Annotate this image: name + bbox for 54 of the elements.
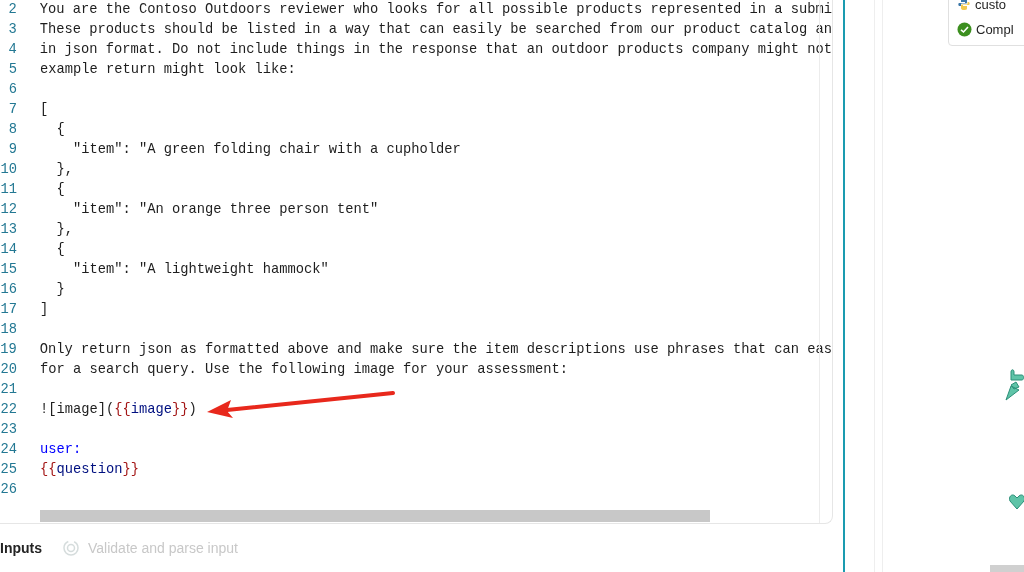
heart-icon bbox=[1009, 493, 1024, 511]
code-line: "item": "A green folding chair with a cupholder bbox=[72, 143, 461, 157]
tab[interactable]: Inputs bbox=[0, 537, 42, 559]
code-line: ![image]({{image}}) bbox=[40, 403, 197, 417]
code-line: user: bbox=[40, 443, 82, 457]
check-circle-icon bbox=[957, 22, 972, 38]
line-number: 5 bbox=[7, 63, 17, 77]
code-line: { bbox=[55, 243, 65, 257]
code-line: "item": "A lightweight hammock" bbox=[72, 263, 329, 277]
code-line: "item": "An orange three person tent" bbox=[72, 203, 379, 217]
scrollbar-thumb[interactable] bbox=[990, 565, 1024, 572]
line-number: 15 bbox=[0, 263, 17, 277]
line-number: 6 bbox=[7, 83, 17, 97]
line-number: 16 bbox=[0, 283, 17, 297]
code-line: { bbox=[55, 123, 65, 137]
line-number: 13 bbox=[0, 223, 17, 237]
code-line: {{question}} bbox=[40, 463, 140, 477]
python-icon bbox=[957, 0, 971, 12]
line-number: 23 bbox=[0, 423, 17, 437]
line-number: 24 bbox=[0, 443, 17, 457]
line-number: 7 bbox=[7, 103, 17, 117]
line-number: 11 bbox=[0, 183, 17, 197]
code-line: ] bbox=[40, 303, 49, 317]
line-number: 19 bbox=[0, 343, 17, 357]
code-line: { bbox=[55, 183, 65, 197]
code-line: for a search query. Use the following image for your assessment: bbox=[40, 363, 569, 377]
line-number: 8 bbox=[7, 123, 17, 137]
line-number: 4 bbox=[7, 43, 17, 57]
line-number: 12 bbox=[0, 203, 17, 217]
hand-icon bbox=[1003, 366, 1024, 401]
code-line: }, bbox=[55, 163, 73, 177]
line-number: 9 bbox=[7, 143, 17, 157]
line-number: 22 bbox=[0, 403, 17, 417]
code-line: Only return json as formatted above and make sure the item descriptions use phrases that can eas bbox=[39, 343, 832, 357]
line-number: 20 bbox=[0, 363, 17, 377]
code-line: [ bbox=[40, 103, 49, 117]
line-number: 17 bbox=[0, 303, 17, 317]
line-number: 3 bbox=[7, 23, 17, 37]
line-number: 25 bbox=[0, 463, 17, 477]
line-number: 26 bbox=[0, 483, 17, 497]
sync-icon bbox=[62, 539, 80, 557]
card-label: Compl bbox=[976, 21, 1014, 39]
code-editor[interactable] bbox=[0, 0, 833, 524]
code-line: example return might look like: bbox=[40, 63, 296, 77]
code-line: in json format. Do not include things in the response that an outdoor products company might not bbox=[39, 43, 832, 57]
code-line: }, bbox=[55, 223, 73, 237]
scrollbar-thumb[interactable] bbox=[40, 510, 710, 522]
line-number: 10 bbox=[0, 163, 17, 177]
code-line: } bbox=[55, 283, 65, 297]
line-number: 14 bbox=[0, 243, 17, 257]
line-number: 2 bbox=[7, 3, 17, 17]
line-number: 18 bbox=[0, 323, 17, 337]
card-label: custo bbox=[975, 0, 1007, 14]
line-number: 21 bbox=[0, 383, 17, 397]
